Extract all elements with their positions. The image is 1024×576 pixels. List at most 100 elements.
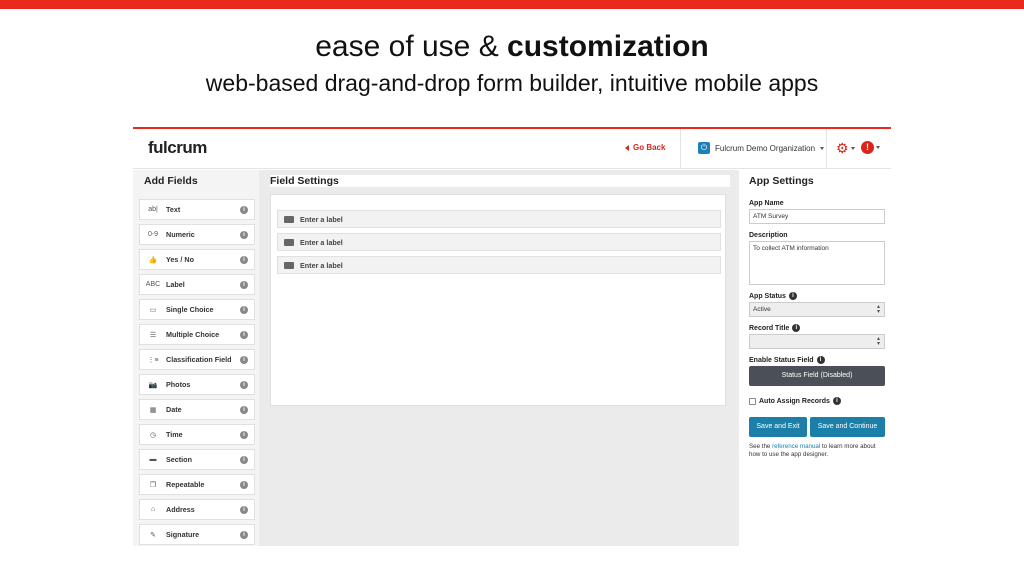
field-type-repeatable[interactable]: ❐ Repeatable i (139, 474, 255, 495)
form-canvas[interactable]: Enter a label Enter a label Enter a label (270, 194, 726, 406)
fulcrum-logo[interactable]: fulcrum (148, 138, 207, 158)
info-icon[interactable]: i (816, 356, 825, 364)
numeric-field-icon: 0-9 (147, 231, 159, 238)
field-type-classification-field[interactable]: ⋮≡ Classification Field i (139, 349, 255, 370)
form-field-label: Enter a label (300, 260, 343, 270)
field-type-multiple-choice[interactable]: ☰ Multiple Choice i (139, 324, 255, 345)
info-icon[interactable]: i (240, 206, 248, 214)
form-field-row[interactable]: Enter a label (277, 256, 721, 274)
single-choice-icon: ▭ (149, 306, 157, 314)
info-alert-icon: ! (861, 141, 874, 154)
add-fields-title: Add Fields (144, 175, 198, 187)
settings-menu[interactable]: ⚙ (836, 140, 855, 157)
field-type-label: Classification Field (166, 355, 232, 364)
label-field-icon: ABC (145, 281, 161, 288)
field-type-single-choice[interactable]: ▭ Single Choice i (139, 299, 255, 320)
field-type-section[interactable]: ▬ Section i (139, 449, 255, 470)
section-icon: ▬ (149, 456, 157, 463)
description-group: Description To collect ATM information (749, 232, 885, 285)
info-icon[interactable]: i (788, 292, 797, 300)
enable-status-label-row: Enable Status Field i (749, 356, 885, 364)
multiple-choice-icon: ☰ (149, 331, 157, 339)
field-settings-panel: Field Settings Enter a label Enter a labe… (259, 170, 739, 546)
repeatable-icon: ❐ (149, 481, 157, 489)
app-status-select[interactable]: Active ▴ ▾ (749, 302, 885, 317)
field-type-label[interactable]: ABC Label i (139, 274, 255, 295)
form-field-label: Enter a label (300, 237, 343, 247)
field-type-address[interactable]: ⌂ Address i (139, 499, 255, 520)
enable-status-label: Enable Status Field (749, 356, 814, 364)
info-icon[interactable]: i (832, 397, 841, 405)
field-type-photos[interactable]: 📷 Photos i (139, 374, 255, 395)
app-screenshot: fulcrum Go Back ⏻ Fulcrum Demo Organizat… (133, 127, 891, 546)
enable-status-group: Enable Status Field i Status Field (Disa… (749, 356, 885, 386)
app-name-group: App Name ATM Survey (749, 200, 885, 224)
field-type-label: Address (166, 505, 195, 514)
info-icon[interactable]: i (240, 456, 248, 464)
info-icon[interactable]: i (240, 406, 248, 414)
auto-assign-checkbox[interactable] (749, 397, 756, 405)
field-type-yes-no[interactable]: 👍 Yes / No i (139, 249, 255, 270)
save-and-exit-button[interactable]: Save and Exit (749, 417, 807, 437)
status-field-button[interactable]: Status Field (Disabled) (749, 366, 885, 386)
field-type-signature[interactable]: ✎ Signature i (139, 524, 255, 545)
help-prefix: See the (749, 443, 773, 450)
button-row: Save and Exit Save and Continue (749, 417, 885, 437)
reference-manual-link[interactable]: reference manual (772, 443, 820, 450)
form-field-row[interactable]: Enter a label (277, 233, 721, 251)
info-icon[interactable]: i (240, 481, 248, 489)
app-settings-title: App Settings (749, 175, 814, 187)
info-icon[interactable]: i (240, 331, 248, 339)
info-menu[interactable]: ! (861, 141, 880, 154)
field-settings-title: Field Settings (270, 175, 339, 187)
help-text: See the reference manual to learn more a… (749, 443, 885, 459)
form-field-label: Enter a label (300, 214, 343, 224)
app-status-label-row: App Status i (749, 292, 885, 300)
field-type-label: Text (166, 205, 181, 214)
top-accent-bar (0, 0, 1024, 9)
classification-icon: ⋮≡ (147, 356, 159, 364)
auto-assign-label: Auto Assign Records (759, 397, 830, 405)
calendar-icon: ▦ (149, 406, 157, 414)
record-title-label: Record Title (749, 324, 790, 332)
go-back-link[interactable]: Go Back (625, 143, 665, 152)
info-icon[interactable]: i (792, 324, 801, 332)
record-title-label-row: Record Title i (749, 324, 885, 332)
info-icon[interactable]: i (240, 531, 248, 539)
field-type-label: Yes / No (166, 255, 194, 264)
description-textarea[interactable]: To collect ATM information (749, 241, 885, 285)
info-icon[interactable]: i (240, 381, 248, 389)
power-icon: ⏻ (698, 142, 710, 154)
pencil-icon: ✎ (150, 531, 156, 539)
field-type-label: Multiple Choice (166, 330, 220, 339)
info-icon[interactable]: i (240, 356, 248, 364)
info-icon[interactable]: i (240, 231, 248, 239)
info-icon[interactable]: i (240, 256, 248, 264)
app-status-group: App Status i Active ▴ ▾ (749, 292, 885, 317)
save-and-continue-button[interactable]: Save and Continue (810, 417, 885, 437)
record-title-select[interactable]: ▴ ▾ (749, 334, 885, 349)
organization-name: Fulcrum Demo Organization (715, 143, 816, 153)
go-back-label: Go Back (633, 143, 666, 152)
home-icon: ⌂ (150, 506, 156, 513)
select-arrows-icon: ▴ ▾ (876, 336, 880, 347)
gear-icon: ⚙ (836, 140, 849, 156)
field-type-label: Photos (166, 380, 191, 389)
info-icon[interactable]: i (240, 306, 248, 314)
info-icon[interactable]: i (240, 431, 248, 439)
auto-assign-row: Auto Assign Records i (749, 397, 885, 405)
app-name-input[interactable]: ATM Survey (749, 209, 885, 224)
field-type-numeric[interactable]: 0-9 Numeric i (139, 224, 255, 245)
field-type-time[interactable]: ◷ Time i (139, 424, 255, 445)
organization-dropdown[interactable]: ⏻ Fulcrum Demo Organization (698, 142, 825, 154)
app-header: fulcrum Go Back ⏻ Fulcrum Demo Organizat… (133, 129, 891, 169)
field-type-date[interactable]: ▦ Date i (139, 399, 255, 420)
clock-icon: ◷ (149, 431, 157, 439)
form-field-row[interactable]: Enter a label (277, 210, 721, 228)
slide-subtitle: web-based drag-and-drop form builder, in… (205, 70, 819, 96)
field-type-list: ab| Text i 0-9 Numeric i 👍 Yes / No i ABC Label i ▭ S… (139, 199, 255, 546)
field-type-text[interactable]: ab| Text i (139, 199, 255, 220)
info-icon[interactable]: i (240, 506, 248, 514)
info-icon[interactable]: i (240, 281, 248, 289)
thumbs-up-icon: 👍 (148, 256, 158, 264)
